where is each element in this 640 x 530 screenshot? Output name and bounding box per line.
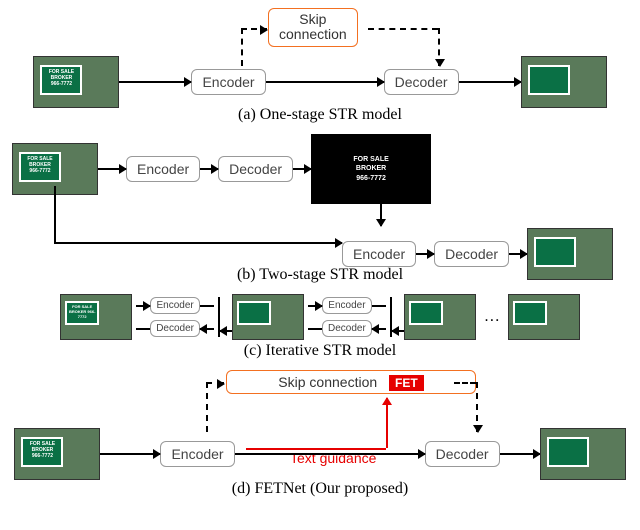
output-image-d: [540, 428, 626, 480]
skip-connection-box: Skip connection: [268, 8, 358, 47]
dashed-in-d: [206, 382, 224, 384]
line-c3: [372, 305, 386, 307]
input-image-a: FOR SALE BROKER 966-7772: [33, 56, 119, 108]
dashed-down-d: [476, 382, 478, 432]
arrow-mid-a: [266, 81, 384, 83]
input-image-d: FOR SALE BROKER 966-7772: [14, 428, 100, 480]
mid-image-c1: [232, 294, 304, 340]
sign-blank-c3: [513, 301, 547, 325]
encoder-c1: Encoder: [150, 297, 199, 314]
sign-text-d: FOR SALE BROKER 966-7772: [21, 437, 63, 467]
encoder-a: Encoder: [191, 69, 265, 95]
line-c2: [136, 328, 150, 330]
decoder-c1: Decoder: [150, 320, 200, 337]
arrow-b1: [98, 168, 126, 170]
arrow-in-a: [119, 81, 191, 83]
line-c1: [200, 305, 214, 307]
section-b: FOR SALE BROKER 966-7772 Encoder Decoder…: [6, 134, 634, 284]
encoder-d: Encoder: [160, 441, 234, 467]
decoder-a: Decoder: [384, 69, 459, 95]
dashed-up-d: [206, 382, 208, 432]
text-mask-b: FOR SALE BROKER 966-7772: [311, 134, 431, 204]
line-down-b: [54, 186, 56, 244]
input-image-c: FOR SALE BROKER 966-7772: [60, 294, 132, 340]
arr-c2: [200, 328, 214, 330]
decoder-d: Decoder: [425, 441, 500, 467]
mid-image-c2: [404, 294, 476, 340]
skip-connection-box-d: Skip connection FET: [226, 370, 476, 394]
decoder-b2: Decoder: [434, 241, 509, 267]
arrow-b5: [509, 253, 527, 255]
arrow-mid-d: [235, 453, 425, 455]
output-image-b: [527, 228, 613, 280]
encoder-b2: Encoder: [342, 241, 416, 267]
arrow-in-d: [100, 453, 160, 455]
arrow-down-b: [380, 204, 382, 226]
arrow-out-a: [459, 81, 521, 83]
sign-blank-d: [547, 437, 589, 467]
sign-blank-c2: [409, 301, 443, 325]
ellipsis-c: …: [476, 308, 508, 326]
dashed-out-d: [454, 382, 476, 384]
arrow-out-d: [500, 453, 540, 455]
arrow-b3: [293, 168, 311, 170]
arrow-b4: [416, 253, 434, 255]
sign-blank-b: [534, 237, 576, 267]
fet-box: FET: [389, 375, 424, 391]
sign-text-b: FOR SALE BROKER 966-7772: [19, 152, 61, 182]
encoder-c2: Encoder: [322, 297, 371, 314]
arr-c4: [372, 328, 386, 330]
dashed-out-skip-a: [368, 28, 438, 30]
skip-label: Skip connection: [279, 12, 347, 43]
output-image-a: [521, 56, 607, 108]
arrow-long-b: [54, 242, 342, 244]
line-c4: [308, 328, 322, 330]
caption-c: (c) Iterative STR model: [6, 342, 634, 360]
decoder-c2: Decoder: [322, 320, 372, 337]
arr-c1: [136, 305, 150, 307]
arrow-b2: [200, 168, 218, 170]
section-d: Skip connection FET Text guidance FOR SA…: [6, 370, 634, 498]
section-c: FOR SALE BROKER 966-7772 Encoder Decoder…: [6, 294, 634, 360]
output-image-c: [508, 294, 580, 340]
skip-label-d: Skip connection: [278, 374, 377, 390]
sign-text-c: FOR SALE BROKER 966-7772: [65, 301, 99, 325]
sign-text-a: FOR SALE BROKER 966-7772: [40, 65, 82, 95]
dashed-to-skip-a: [241, 28, 267, 30]
sign-blank-c1: [237, 301, 271, 325]
sign-blank-a: [528, 65, 570, 95]
section-a: Skip connection FOR SALE BROKER 966-7772…: [6, 8, 634, 124]
arr-c3: [308, 305, 322, 307]
encoder-b1: Encoder: [126, 156, 200, 182]
caption-a: (a) One-stage STR model: [6, 106, 634, 124]
mask-text-b: FOR SALE BROKER 966-7772: [353, 155, 388, 182]
decoder-b1: Decoder: [218, 156, 293, 182]
caption-d: (d) FETNet (Our proposed): [6, 480, 634, 498]
